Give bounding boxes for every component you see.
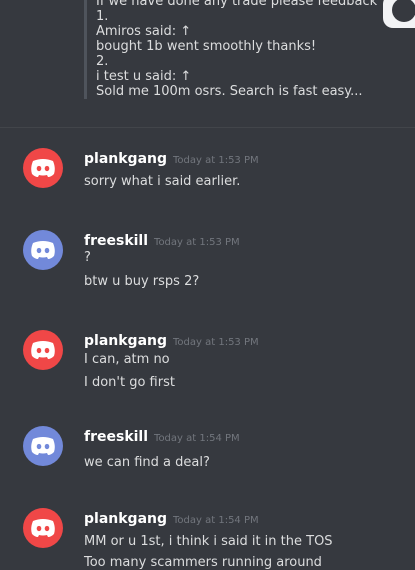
message-text: Too many scammers running around bbox=[84, 555, 322, 570]
discord-logo-icon bbox=[31, 159, 55, 177]
quote-line: 2. bbox=[96, 54, 109, 69]
message-header: plankgang Today at 1:54 PM bbox=[84, 508, 259, 527]
timestamp: Today at 1:53 PM bbox=[173, 155, 259, 166]
message-text: btw u buy rsps 2? bbox=[84, 274, 200, 289]
avatar[interactable] bbox=[23, 230, 63, 270]
username[interactable]: freeskill bbox=[84, 233, 148, 249]
message-text: we can find a deal? bbox=[84, 455, 210, 470]
discord-logo-icon bbox=[31, 241, 55, 259]
discord-logo-icon bbox=[31, 519, 55, 537]
avatar[interactable] bbox=[23, 508, 63, 548]
username[interactable]: plankgang bbox=[84, 511, 167, 527]
timestamp: Today at 1:54 PM bbox=[154, 433, 240, 444]
message-header: plankgang Today at 1:53 PM bbox=[84, 148, 259, 167]
quote-line: If we have done any trade please feedbac… bbox=[96, 0, 378, 9]
timestamp: Today at 1:53 PM bbox=[154, 237, 240, 248]
message-text: sorry what i said earlier. bbox=[84, 174, 241, 189]
message-text: I don't go first bbox=[84, 375, 175, 390]
avatar[interactable] bbox=[23, 426, 63, 466]
quote-line: i test u said: ↑ bbox=[96, 69, 192, 84]
message-divider bbox=[0, 127, 415, 128]
message-header: freeskill Today at 1:53 PM bbox=[84, 230, 240, 249]
quote-line: bought 1b went smoothly thanks! bbox=[96, 39, 317, 54]
timestamp: Today at 1:53 PM bbox=[173, 337, 259, 348]
message-text: ? bbox=[84, 250, 91, 265]
username[interactable]: plankgang bbox=[84, 333, 167, 349]
discord-logo-icon bbox=[31, 437, 55, 455]
avatar[interactable] bbox=[23, 330, 63, 370]
message-header: plankgang Today at 1:53 PM bbox=[84, 330, 259, 349]
quoted-feedback-block: If we have done any trade please feedbac… bbox=[84, 0, 396, 99]
quote-line: Sold me 100m osrs. Search is fast easy..… bbox=[96, 84, 363, 99]
message-text: I can, atm no bbox=[84, 352, 170, 367]
message-text: MM or u 1st, i think i said it in the TO… bbox=[84, 534, 333, 549]
avatar[interactable] bbox=[23, 148, 63, 188]
discord-logo-icon bbox=[31, 341, 55, 359]
corner-badge-icon[interactable] bbox=[383, 0, 415, 28]
timestamp: Today at 1:54 PM bbox=[173, 515, 259, 526]
username[interactable]: freeskill bbox=[84, 429, 148, 445]
message-header: freeskill Today at 1:54 PM bbox=[84, 426, 240, 445]
username[interactable]: plankgang bbox=[84, 151, 167, 167]
quote-line: Amiros said: ↑ bbox=[96, 24, 192, 39]
quote-line: 1. bbox=[96, 9, 109, 24]
